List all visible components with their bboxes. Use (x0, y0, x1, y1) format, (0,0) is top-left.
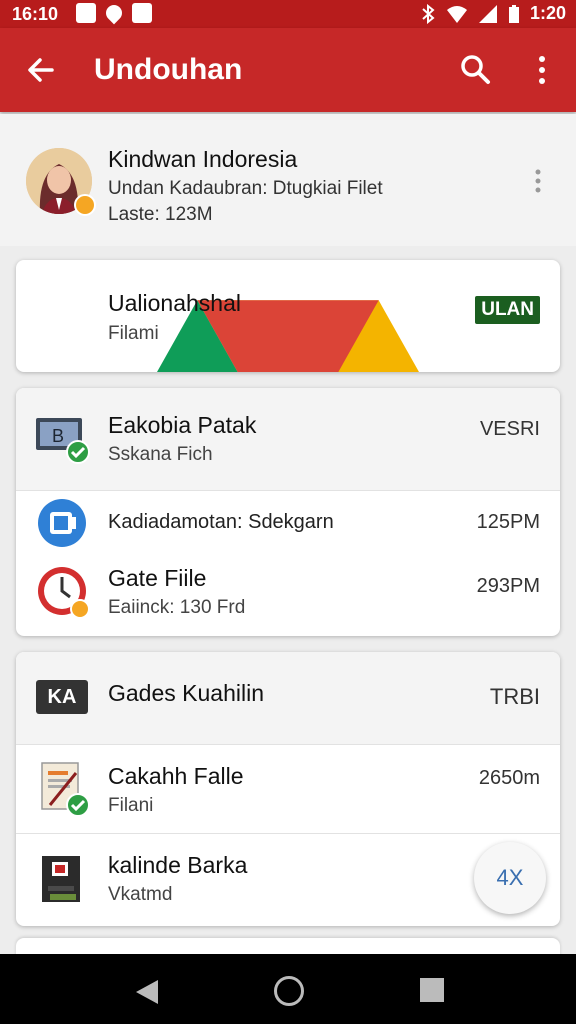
status-badge[interactable]: ULAN (475, 296, 540, 324)
item-time: 125PM (476, 511, 540, 533)
gallery-icon (132, 3, 152, 23)
header-right: TRBI (489, 684, 540, 709)
header-title: Gades Kuahilin (108, 680, 264, 706)
location-pin-icon (102, 1, 126, 25)
nav-recents-icon[interactable] (420, 978, 444, 1002)
profile-name: Kindwan Indoresia (108, 146, 298, 172)
item-subtitle: Eaiinck: 130 Frd (108, 597, 246, 618)
document-check-icon (41, 762, 90, 817)
nav-back-icon[interactable] (134, 978, 160, 1006)
card-header[interactable]: KA Gades Kuahilin TRBI (16, 652, 560, 744)
status-time-right: 1:20 (529, 3, 566, 23)
notification-icons (76, 1, 152, 25)
item-title: Kadiadamotan: Sdekgarn (108, 511, 334, 533)
header-title: Eakobia Patak (108, 412, 257, 438)
battery-icon (508, 4, 519, 23)
header-subtitle: Sskana Fich (108, 444, 213, 465)
list-item[interactable]: Cakahh Falle Filani 2650m (16, 745, 560, 833)
item-title: Ualionahshal (108, 290, 241, 316)
item-subtitle: Vkatmd (108, 884, 173, 905)
ka-icon: KA (36, 680, 88, 714)
header-right: VESRI (479, 418, 540, 440)
profile-more-icon[interactable] (528, 166, 548, 196)
blue-app-icon (38, 499, 86, 547)
monitor-check-icon: B (36, 418, 90, 464)
card-group-2: B Eakobia Patak Sskana Fich VESRI Kadiad… (16, 388, 560, 636)
system-icons: 1:20 (420, 3, 566, 24)
item-title: Gate Fiile (108, 565, 207, 591)
back-arrow-icon[interactable] (22, 50, 62, 90)
nav-home-icon[interactable] (274, 976, 304, 1006)
floating-action-button[interactable]: 4X (474, 842, 546, 914)
item-time: 2650m (478, 767, 540, 789)
svg-text:B: B (52, 426, 64, 446)
item-title: kalinde Barka (108, 852, 248, 878)
bluetooth-icon (422, 3, 435, 24)
item-subtitle: Filani (108, 795, 154, 816)
clock-icon (38, 567, 90, 619)
list-item[interactable]: Ualionahshal Filami ULAN (16, 260, 560, 372)
search-icon[interactable] (456, 50, 496, 90)
item-subtitle: Filami (108, 323, 159, 344)
profile-subtitle: Undan Kadaubran: Dtugkiai Filet (108, 178, 383, 199)
item-title: Cakahh Falle (108, 763, 244, 789)
notification-app-icon (76, 3, 96, 23)
app-bar: Undouhan (0, 28, 576, 112)
signal-icon (478, 4, 497, 23)
system-nav-bar (0, 954, 576, 1024)
wifi-icon (446, 5, 467, 23)
card-header[interactable]: B Eakobia Patak Sskana Fich VESRI (16, 388, 560, 490)
status-time: 16:10 (12, 4, 59, 24)
item-time: 293PM (476, 575, 540, 597)
book-icon (42, 856, 80, 902)
status-bar: 16:10 1:20 (0, 0, 576, 28)
list-item[interactable]: Kadiadamotan: Sdekgarn 125PM (16, 491, 560, 553)
list-item[interactable]: Gate Fiile Eaiinck: 130 Frd 293PM (16, 553, 560, 635)
avatar-status-badge (74, 194, 96, 216)
more-vert-icon[interactable] (522, 50, 562, 90)
card-drive[interactable]: Ualionahshal Filami ULAN (16, 260, 560, 372)
profile-size: Laste: 123M (108, 204, 213, 225)
page-title: Undouhan (94, 53, 243, 86)
